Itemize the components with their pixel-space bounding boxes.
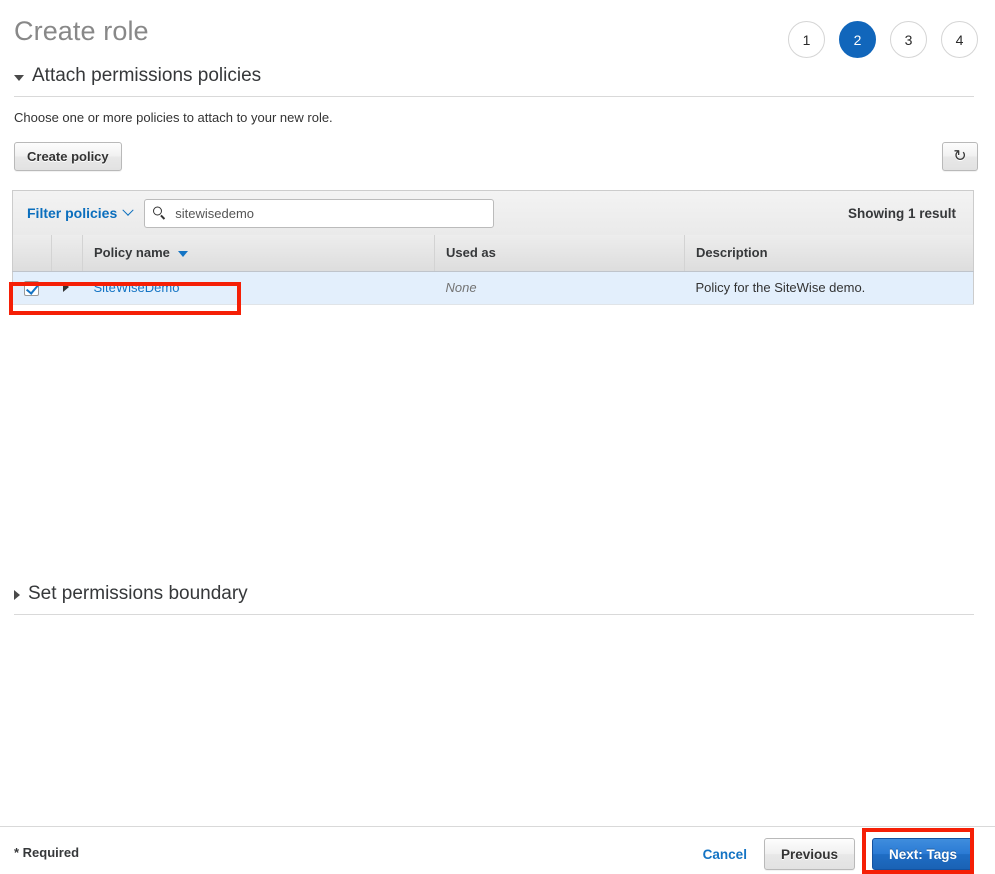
row-policy-name-cell: SiteWiseDemo (83, 271, 435, 304)
step-4[interactable]: 4 (941, 21, 978, 58)
policy-table: Policy name Used as Description SiteWise… (12, 235, 974, 305)
used-as-value: None (446, 280, 477, 295)
create-role-page: Create role 1 2 3 4 Attach permissions p… (0, 0, 995, 874)
step-1[interactable]: 1 (788, 21, 825, 58)
header-policy-name-label: Policy name (94, 245, 170, 260)
header-expand (52, 235, 83, 271)
footer-actions: Cancel Previous Next: Tags (703, 838, 974, 870)
row-expand-cell (52, 271, 83, 304)
cancel-button[interactable]: Cancel (703, 847, 747, 862)
permissions-boundary-title: Set permissions boundary (28, 584, 248, 605)
filter-policies-label: Filter policies (27, 205, 117, 221)
attach-permissions-header[interactable]: Attach permissions policies (14, 66, 974, 97)
row-checkbox[interactable] (24, 281, 39, 296)
step-2[interactable]: 2 (839, 21, 876, 58)
refresh-button[interactable]: ↻ (942, 142, 978, 171)
table-header-row: Policy name Used as Description (13, 235, 974, 271)
header-select-all[interactable] (13, 235, 52, 271)
step-indicator: 1 2 3 4 (788, 21, 978, 58)
table-row[interactable]: SiteWiseDemo None Policy for the SiteWis… (13, 271, 974, 304)
sort-descending-icon (178, 251, 188, 257)
caret-down-icon[interactable] (14, 75, 24, 81)
results-count: Showing 1 result (848, 206, 956, 221)
permissions-boundary-section: Set permissions boundary (14, 584, 974, 615)
step-3[interactable]: 3 (890, 21, 927, 58)
filter-bar: Filter policies Showing 1 result (12, 190, 974, 235)
search-field-wrapper (144, 199, 494, 228)
filter-policies-dropdown[interactable]: Filter policies (27, 205, 132, 221)
page-footer: * Required Cancel Previous Next: Tags (0, 826, 995, 874)
header-used-as[interactable]: Used as (435, 235, 685, 271)
caret-right-icon[interactable] (14, 590, 20, 600)
page-title: Create role (14, 16, 149, 47)
header-description[interactable]: Description (685, 235, 974, 271)
attach-permissions-description: Choose one or more policies to attach to… (14, 110, 974, 125)
row-checkbox-cell (13, 271, 52, 304)
permissions-boundary-header[interactable]: Set permissions boundary (14, 584, 974, 615)
header-policy-name[interactable]: Policy name (83, 235, 435, 271)
attach-permissions-title: Attach permissions policies (32, 66, 261, 87)
create-policy-button[interactable]: Create policy (14, 142, 122, 171)
attach-permissions-section: Attach permissions policies Choose one o… (14, 66, 974, 125)
row-used-as-cell: None (435, 271, 685, 304)
policy-name-link[interactable]: SiteWiseDemo (94, 280, 180, 295)
refresh-icon: ↻ (953, 149, 966, 165)
chevron-down-icon (123, 205, 134, 216)
expand-row-icon[interactable] (63, 282, 69, 292)
previous-button[interactable]: Previous (764, 838, 855, 870)
required-note: * Required (14, 845, 79, 860)
next-tags-button[interactable]: Next: Tags (872, 838, 974, 870)
row-description-cell: Policy for the SiteWise demo. (685, 271, 974, 304)
search-input[interactable] (144, 199, 494, 228)
